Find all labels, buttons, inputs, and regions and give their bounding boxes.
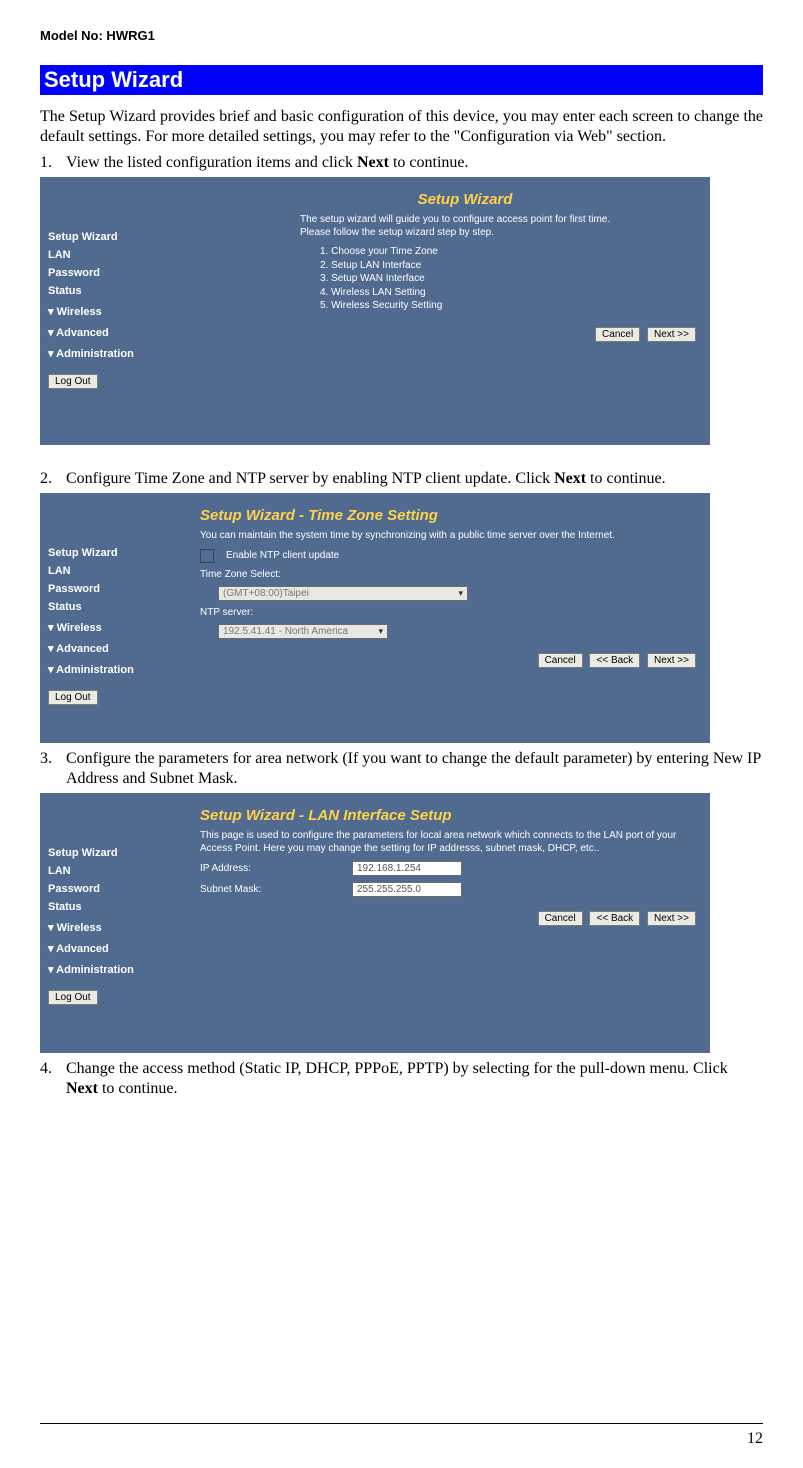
sidebar: Setup Wizard LAN Password Status ▾ Wirel… [40,493,180,743]
next-button[interactable]: Next >> [647,911,696,926]
ntp-server-value: 192.5.41.41 - North America [223,626,348,637]
sidebar-item-status[interactable]: Status [48,901,174,913]
tz-select[interactable]: (GMT+08:00)Taipei ▾ [218,586,468,601]
ntp-server-label: NTP server: [200,607,253,618]
sidebar-group-label: Advanced [56,643,109,655]
mask-label: Subnet Mask: [200,884,340,895]
wizard-steps: 1. Choose your Time Zone 2. Setup LAN In… [320,245,700,313]
cancel-button[interactable]: Cancel [538,653,583,668]
logout-button[interactable]: Log Out [48,990,98,1005]
sidebar-item-status[interactable]: Status [48,601,174,613]
sidebar: Setup Wizard LAN Password Status ▾ Wirel… [40,177,180,445]
wizard-step: 2. Setup LAN Interface [320,259,700,273]
sidebar-group-administration[interactable]: ▾ Administration [48,347,174,360]
wizard-desc: You can maintain the system time by sync… [200,530,700,543]
sidebar-item-lan[interactable]: LAN [48,249,174,261]
next-button[interactable]: Next >> [647,327,696,342]
sidebar-item-password[interactable]: Password [48,583,174,595]
sidebar-group-label: Administration [56,964,134,976]
wizard-step: 3. Setup WAN Interface [320,272,700,286]
ntp-checkbox[interactable] [200,549,214,563]
back-button[interactable]: << Back [589,911,640,926]
mask-input[interactable] [352,882,462,897]
item-number: 1. [40,153,58,173]
ntp-enable-label: Enable NTP client update [226,550,339,561]
model-no: Model No: HWRG1 [40,28,763,43]
wizard-desc: The setup wizard will guide you to confi… [300,214,700,239]
list-item: 4. Change the access method (Static IP, … [40,1059,763,1099]
item-text: to continue. [98,1080,178,1097]
sidebar-group-administration[interactable]: ▾ Administration [48,663,174,676]
sidebar-item-password[interactable]: Password [48,883,174,895]
wizard-title: Setup Wizard [230,191,700,208]
sidebar-group-label: Advanced [56,943,109,955]
sidebar-group-wireless[interactable]: ▾ Wireless [48,621,174,634]
logout-button[interactable]: Log Out [48,690,98,705]
item-text: to continue. [586,470,666,487]
item-number: 4. [40,1059,58,1099]
back-button[interactable]: << Back [589,653,640,668]
sidebar-group-label: Wireless [57,306,102,318]
item-number: 2. [40,469,58,489]
sidebar-item-setup-wizard[interactable]: Setup Wizard [48,547,174,559]
list-item: 2. Configure Time Zone and NTP server by… [40,469,763,489]
item-bold: Next [554,470,586,487]
sidebar-group-administration[interactable]: ▾ Administration [48,963,174,976]
sidebar-item-lan[interactable]: LAN [48,565,174,577]
wizard-desc-line: Please follow the setup wizard step by s… [300,227,494,238]
sidebar-group-advanced[interactable]: ▾ Advanced [48,326,174,339]
cancel-button[interactable]: Cancel [538,911,583,926]
item-text: Configure Time Zone and NTP server by en… [66,470,554,487]
sidebar-item-setup-wizard[interactable]: Setup Wizard [48,847,174,859]
chevron-down-icon: ▾ [458,588,463,599]
item-bold: Next [357,154,389,171]
cancel-button[interactable]: Cancel [595,327,640,342]
wizard-desc-line: The setup wizard will guide you to confi… [300,214,610,225]
intro-text: The Setup Wizard provides brief and basi… [40,107,763,147]
ip-input[interactable] [352,861,462,876]
tz-label: Time Zone Select: [200,569,281,580]
screenshot-lan-interface: Setup Wizard LAN Password Status ▾ Wirel… [40,793,710,1053]
screenshot-setup-wizard: Setup Wizard LAN Password Status ▾ Wirel… [40,177,710,445]
sidebar-group-label: Advanced [56,327,109,339]
wizard-title: Setup Wizard - LAN Interface Setup [200,807,700,824]
section-banner: Setup Wizard [40,65,763,95]
sidebar-group-label: Administration [56,664,134,676]
sidebar-group-advanced[interactable]: ▾ Advanced [48,942,174,955]
page-number: 12 [747,1430,763,1448]
wizard-title: Setup Wizard - Time Zone Setting [200,507,700,524]
sidebar-group-label: Wireless [57,622,102,634]
list-item: 3. Configure the parameters for area net… [40,749,763,789]
sidebar: Setup Wizard LAN Password Status ▾ Wirel… [40,793,180,1053]
sidebar-group-label: Wireless [57,922,102,934]
sidebar-group-wireless[interactable]: ▾ Wireless [48,921,174,934]
screenshot-time-zone: Setup Wizard LAN Password Status ▾ Wirel… [40,493,710,743]
wizard-step: 1. Choose your Time Zone [320,245,700,259]
ntp-server-select[interactable]: 192.5.41.41 - North America ▾ [218,624,388,639]
wizard-step: 5. Wireless Security Setting [320,299,700,313]
list-item: 1. View the listed configuration items a… [40,153,763,173]
logout-button[interactable]: Log Out [48,374,98,389]
item-text: Change the access method (Static IP, DHC… [66,1060,728,1077]
sidebar-item-lan[interactable]: LAN [48,865,174,877]
ip-label: IP Address: [200,863,340,874]
sidebar-group-advanced[interactable]: ▾ Advanced [48,642,174,655]
sidebar-group-wireless[interactable]: ▾ Wireless [48,305,174,318]
chevron-down-icon: ▾ [378,626,383,637]
wizard-step: 4. Wireless LAN Setting [320,286,700,300]
sidebar-item-setup-wizard[interactable]: Setup Wizard [48,231,174,243]
item-bold: Next [66,1080,98,1097]
sidebar-item-status[interactable]: Status [48,285,174,297]
next-button[interactable]: Next >> [647,653,696,668]
sidebar-group-label: Administration [56,348,134,360]
tz-value: (GMT+08:00)Taipei [223,588,309,599]
wizard-desc: This page is used to configure the param… [200,830,700,855]
sidebar-item-password[interactable]: Password [48,267,174,279]
item-number: 3. [40,749,58,789]
item-text: View the listed configuration items and … [66,154,357,171]
item-text: Configure the parameters for area networ… [66,749,763,789]
item-text: to continue. [389,154,469,171]
